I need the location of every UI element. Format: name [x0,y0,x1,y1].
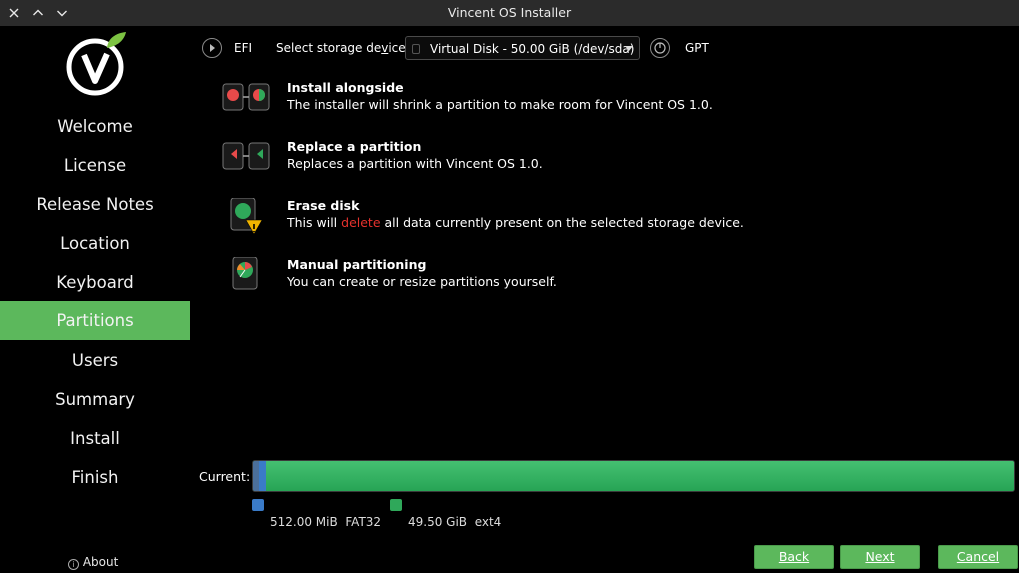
storage-toolbar: EFI Select storage device: Virtual Disk … [200,36,1010,62]
current-layout-label: Current: [199,469,251,484]
option-title: Manual partitioning [287,257,427,272]
sidebar-item-finish[interactable]: Finish [0,458,190,497]
sidebar-item-users[interactable]: Users [0,341,190,380]
option-install-alongside[interactable]: Install alongside The installer will shr… [220,80,1000,130]
legend-fat32: 512.00 MiB FAT32 [270,515,382,529]
legend-ext4: 49.50 GiB ext4 [408,515,502,529]
install-alongside-icon [220,80,272,124]
delete-highlight: delete [341,215,381,230]
option-description: You can create or resize partitions your… [287,274,557,289]
option-title: Install alongside [287,80,404,95]
replace-partition-icon [220,139,272,183]
sidebar: Welcome License Release Notes Location K… [0,26,190,573]
manual-partitioning-icon [220,256,272,301]
partition-layout-bar [252,460,1015,492]
erase-disk-icon [220,197,272,242]
partition-segment-ext4 [266,461,1014,491]
about-label: About [82,555,119,569]
option-manual-partitioning[interactable]: Manual partitioning You can create or re… [220,256,1000,307]
partition-segment-fat32 [253,461,266,491]
option-title: Replace a partition [287,139,422,154]
chevron-down-icon [625,46,633,51]
firmware-type-label: EFI [234,41,253,55]
about-link[interactable]: i About [68,555,118,570]
option-description: Replaces a partition with Vincent OS 1.0… [287,156,543,171]
sidebar-item-install[interactable]: Install [0,419,190,458]
option-description: This will delete all data currently pres… [287,215,744,230]
sidebar-item-summary[interactable]: Summary [0,380,190,419]
option-erase-disk[interactable]: Erase disk This will delete all data cur… [220,197,1000,248]
window-title: Vincent OS Installer [447,5,572,20]
sidebar-item-partitions[interactable]: Partitions [0,301,190,340]
option-title: Erase disk [287,198,360,213]
disk-icon [412,44,420,54]
sidebar-item-welcome[interactable]: Welcome [0,107,190,146]
sidebar-item-license[interactable]: License [0,146,190,185]
sidebar-item-release-notes[interactable]: Release Notes [0,185,190,224]
storage-device-dropdown[interactable]: Virtual Disk - 50.00 GiB (/dev/sda) [405,36,640,60]
sidebar-item-keyboard[interactable]: Keyboard [0,263,190,302]
info-icon: i [68,559,79,570]
storage-device-value: Virtual Disk - 50.00 GiB (/dev/sda) [430,42,635,56]
cancel-button[interactable]: Cancel [938,545,1018,569]
legend-swatch-ext4 [390,499,402,511]
next-button[interactable]: Next [840,545,920,569]
vincent-logo-icon [64,30,130,96]
sidebar-item-location[interactable]: Location [0,224,190,263]
option-replace-partition[interactable]: Replace a partition Replaces a partition… [220,139,1000,189]
title-bar: Vincent OS Installer [0,0,1019,26]
back-button[interactable]: Back [754,545,834,569]
partition-table-icon [650,38,670,58]
device-select-label: Select storage device: [276,41,410,55]
efi-boot-icon [202,38,222,58]
legend-swatch-fat32 [252,499,264,511]
partition-table-label: GPT [685,41,709,55]
option-description: The installer will shrink a partition to… [287,97,713,112]
